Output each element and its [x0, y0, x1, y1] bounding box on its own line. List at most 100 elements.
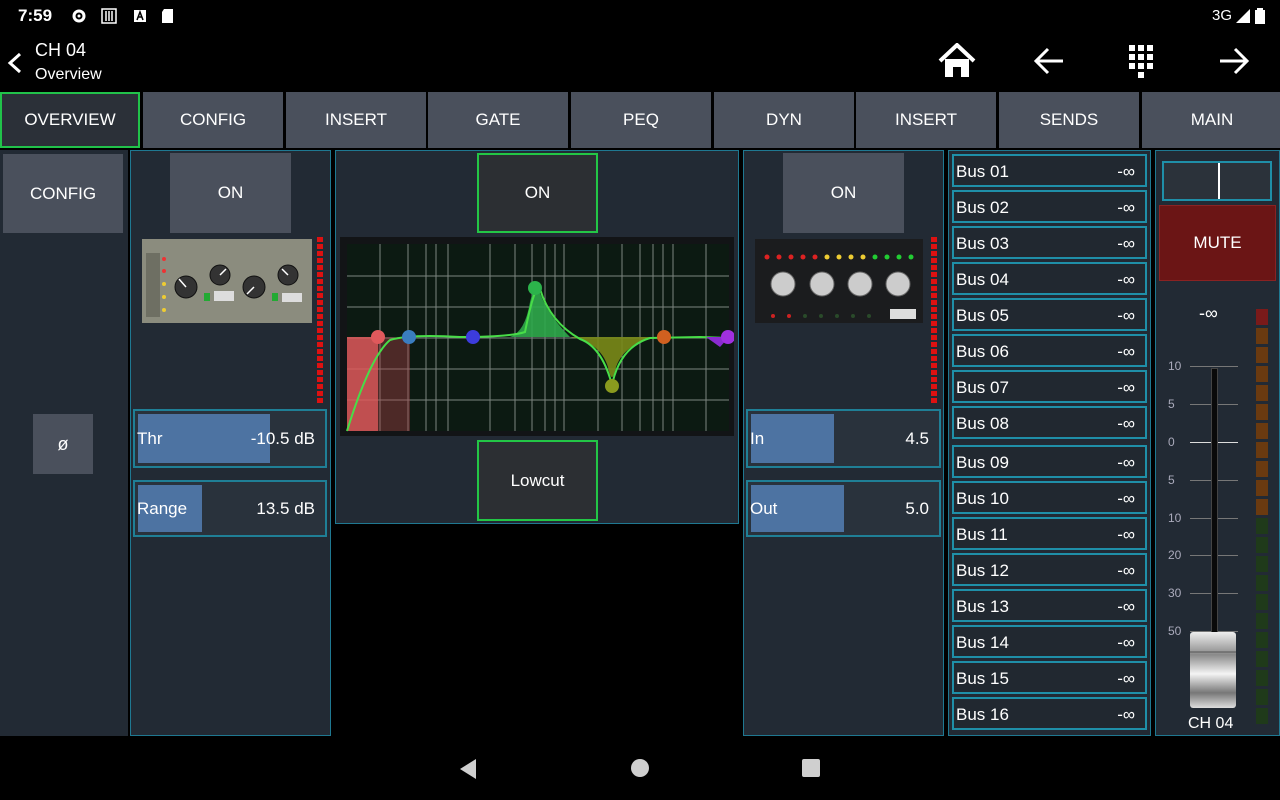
- send-row[interactable]: Bus 14 -∞: [952, 625, 1147, 658]
- send-row[interactable]: Bus 01 -∞: [952, 154, 1147, 187]
- send-level: -∞: [1117, 414, 1135, 433]
- send-row[interactable]: Bus 13 -∞: [952, 589, 1147, 622]
- phase-invert-button[interactable]: ø: [33, 414, 93, 474]
- meter-segment: [1256, 366, 1268, 382]
- send-row[interactable]: Bus 04 -∞: [952, 262, 1147, 295]
- nav-back-icon[interactable]: [458, 758, 478, 780]
- fader-knob[interactable]: [1188, 630, 1238, 710]
- lowcut-button[interactable]: Lowcut: [477, 440, 598, 521]
- meter-segment: [1256, 594, 1268, 610]
- meter-segment: [1256, 480, 1268, 496]
- send-row[interactable]: Bus 03 -∞: [952, 226, 1147, 259]
- a-notification-icon: [134, 9, 146, 22]
- send-row[interactable]: Bus 02 -∞: [952, 190, 1147, 223]
- meter-segment: [1256, 708, 1268, 724]
- out-value: 5.0: [905, 498, 929, 518]
- tab-gate[interactable]: GATE: [428, 92, 568, 148]
- scale-tick-label: 5: [1168, 473, 1175, 487]
- scale-tick-label: 5: [1168, 397, 1175, 411]
- meter-segment: [1256, 499, 1268, 515]
- meter-segment: [1256, 309, 1268, 325]
- dyn-on-button[interactable]: ON: [783, 153, 904, 233]
- tab-insert-2[interactable]: INSERT: [856, 92, 996, 148]
- send-row[interactable]: Bus 09 -∞: [952, 445, 1147, 478]
- tab-config[interactable]: CONFIG: [143, 92, 283, 148]
- gate-on-button[interactable]: ON: [170, 153, 291, 233]
- eq-curve-display[interactable]: [340, 237, 734, 436]
- gate-threshold-param[interactable]: Thr -10.5 dB: [133, 409, 327, 468]
- tab-peq[interactable]: PEQ: [571, 92, 711, 148]
- scale-tick-label: 20: [1168, 548, 1182, 562]
- tab-sends[interactable]: SENDS: [999, 92, 1139, 148]
- send-name: Bus 09: [956, 453, 1009, 472]
- send-row[interactable]: Bus 16 -∞: [952, 697, 1147, 730]
- meter-segment: [1256, 347, 1268, 363]
- pan-indicator: [1218, 163, 1220, 199]
- send-row[interactable]: Bus 07 -∞: [952, 370, 1147, 403]
- network-type: 3G: [1211, 7, 1232, 24]
- tab-overview[interactable]: OVERVIEW: [0, 92, 140, 148]
- send-row[interactable]: Bus 08 -∞: [952, 406, 1147, 439]
- settings-gear-icon: [72, 9, 86, 23]
- send-row[interactable]: Bus 12 -∞: [952, 553, 1147, 586]
- send-name: Bus 15: [956, 669, 1009, 688]
- send-name: Bus 10: [956, 489, 1009, 508]
- mute-button[interactable]: MUTE: [1159, 205, 1276, 281]
- scale-tick-label: 50: [1168, 624, 1182, 638]
- meter-segment: [1256, 613, 1268, 629]
- tab-main[interactable]: MAIN: [1142, 92, 1280, 148]
- send-row[interactable]: Bus 15 -∞: [952, 661, 1147, 694]
- sd-card-icon: [162, 9, 173, 23]
- arrow-left-icon[interactable]: [1033, 46, 1065, 76]
- send-name: Bus 05: [956, 306, 1009, 325]
- send-level: -∞: [1117, 633, 1135, 652]
- keypad-grid-icon[interactable]: [1127, 43, 1155, 79]
- send-level: -∞: [1117, 342, 1135, 361]
- meter-segment: [1256, 556, 1268, 572]
- tab-dyn[interactable]: DYN: [714, 92, 854, 148]
- fader-level-value: -∞: [1199, 303, 1218, 323]
- send-name: Bus 08: [956, 414, 1009, 433]
- send-row[interactable]: Bus 06 -∞: [952, 334, 1147, 367]
- send-name: Bus 14: [956, 633, 1009, 652]
- mixer-app-icon: [101, 8, 117, 24]
- send-level: -∞: [1117, 561, 1135, 580]
- in-label: In: [750, 428, 765, 448]
- tab-insert[interactable]: INSERT: [286, 92, 426, 148]
- arrow-right-icon[interactable]: [1218, 46, 1250, 76]
- meter-segment: [1256, 651, 1268, 667]
- android-nav-bar: [0, 736, 1280, 800]
- meter-segment: [1256, 537, 1268, 553]
- back-chevron-icon[interactable]: [6, 52, 24, 74]
- home-icon[interactable]: [938, 43, 976, 79]
- pan-control[interactable]: [1162, 161, 1272, 201]
- dyn-out-param[interactable]: Out 5.0: [746, 480, 941, 537]
- send-level: -∞: [1117, 378, 1135, 397]
- meter-segment: [1256, 518, 1268, 534]
- meter-segment: [1256, 385, 1268, 401]
- scale-tick-label: 10: [1168, 511, 1182, 525]
- dyn-meter: [931, 237, 937, 403]
- peq-on-button[interactable]: ON: [477, 153, 598, 233]
- gate-range-param[interactable]: Range 13.5 dB: [133, 480, 327, 537]
- compressor-device-image[interactable]: [755, 239, 923, 323]
- meter-segment: [1256, 632, 1268, 648]
- send-row[interactable]: Bus 10 -∞: [952, 481, 1147, 514]
- config-button[interactable]: CONFIG: [3, 154, 123, 233]
- send-name: Bus 07: [956, 378, 1009, 397]
- scale-tick-label: 0: [1168, 435, 1175, 449]
- meter-segment: [1256, 575, 1268, 591]
- nav-home-icon[interactable]: [630, 758, 650, 778]
- send-row[interactable]: Bus 11 -∞: [952, 517, 1147, 550]
- send-level: -∞: [1117, 198, 1135, 217]
- send-name: Bus 04: [956, 270, 1009, 289]
- send-level: -∞: [1117, 669, 1135, 688]
- range-label: Range: [137, 498, 188, 518]
- nav-recents-icon[interactable]: [801, 758, 821, 778]
- scale-tick-label: 10: [1168, 359, 1182, 373]
- send-row[interactable]: Bus 05 -∞: [952, 298, 1147, 331]
- meter-segment: [1256, 689, 1268, 705]
- meter-segment: [1256, 461, 1268, 477]
- dyn-in-param[interactable]: In 4.5: [746, 409, 941, 468]
- gate-device-image[interactable]: [142, 239, 312, 323]
